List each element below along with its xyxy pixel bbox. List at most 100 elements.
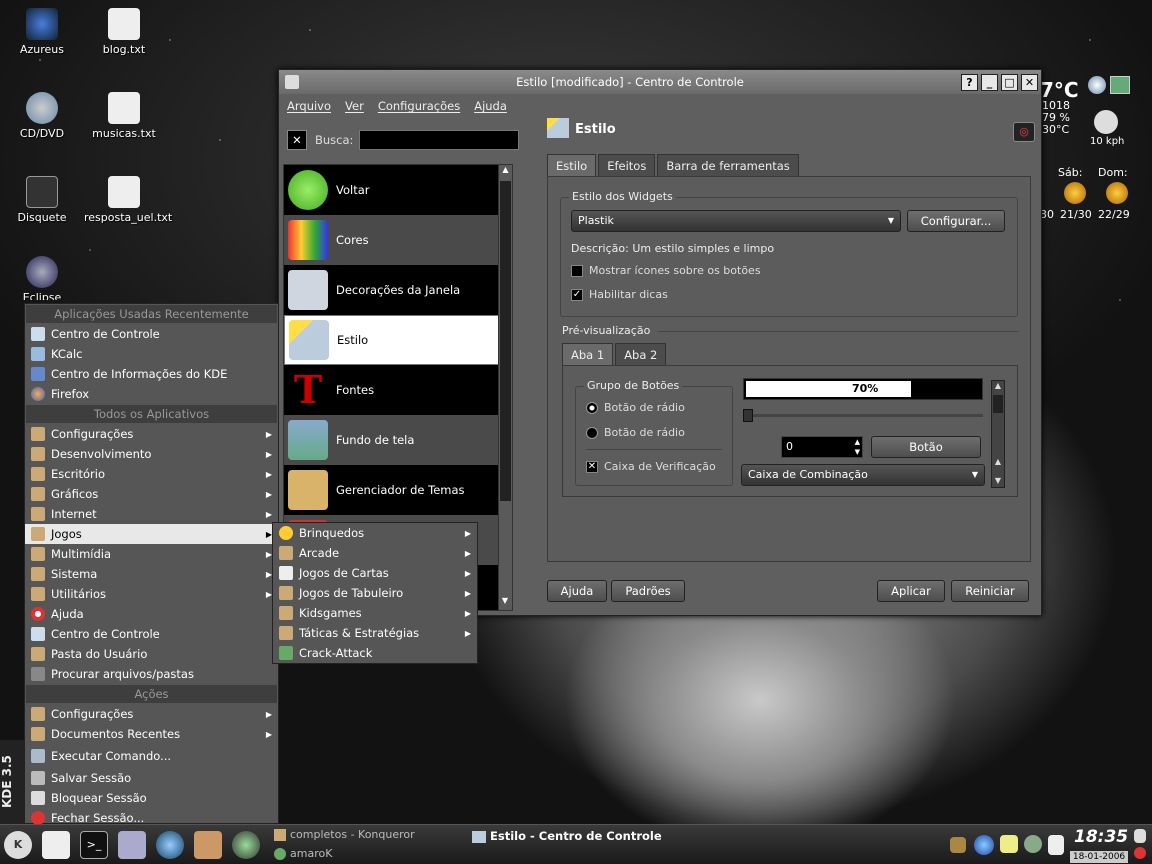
combo-box[interactable]: Caixa de Combinação ▼ <box>741 464 985 486</box>
kmenu-item[interactable]: Configurações ▶ <box>25 424 278 444</box>
radio-button[interactable] <box>586 402 598 414</box>
tab-aba-1[interactable]: Aba 1 <box>562 343 614 365</box>
tab-aba-2[interactable]: Aba 2 <box>615 343 667 365</box>
kmenu-item[interactable]: Pasta do Usuário <box>25 644 278 664</box>
tray-app-icon[interactable] <box>950 837 966 853</box>
scroll-up-icon[interactable]: ▲ <box>499 165 512 179</box>
kde-icon[interactable] <box>118 831 146 859</box>
desktop-icon-resposta[interactable]: resposta_uel.txt <box>84 176 172 224</box>
submenu-item[interactable]: Kidsgames ▶ <box>273 603 477 623</box>
radio-option-1[interactable]: Botão de rádio <box>586 401 685 414</box>
submenu-item[interactable]: Arcade ▶ <box>273 543 477 563</box>
tab-estilo[interactable]: Estilo <box>547 154 597 176</box>
kmenu-item[interactable]: Multimídia ▶ <box>25 544 278 564</box>
kmenu-item[interactable]: Documentos Recentes ▶ <box>25 724 278 744</box>
kmenu-item[interactable]: Utilitários ▶ <box>25 584 278 604</box>
notes-icon[interactable] <box>1000 835 1018 853</box>
title-bar[interactable]: Estilo [modificado] - Centro de Controle… <box>279 70 1041 94</box>
close-button[interactable]: ✕ <box>1021 73 1038 91</box>
reset-button[interactable]: Reiniciar <box>951 580 1029 602</box>
clear-search-icon[interactable]: ✕ <box>287 130 307 150</box>
desktop-icon-musicas[interactable]: musicas.txt <box>84 92 164 140</box>
slider-handle[interactable] <box>743 409 753 422</box>
menu-configuracoes[interactable]: Configurações <box>378 99 460 113</box>
help-button[interactable]: ? <box>961 73 978 91</box>
radio-button[interactable] <box>586 427 598 439</box>
network-icon[interactable] <box>974 835 994 855</box>
preview-scrollbar[interactable]: ▲ ▲ ▼ <box>991 380 1005 488</box>
submenu-item[interactable]: Táticas & Estratégias ▶ <box>273 623 477 643</box>
apply-button[interactable]: Aplicar <box>877 580 945 602</box>
minimize-button[interactable]: _ <box>981 73 998 91</box>
lock-icon[interactable] <box>1134 829 1146 843</box>
home-icon[interactable] <box>194 831 222 859</box>
checkbox[interactable]: ✕ <box>586 461 598 473</box>
tab-barra-ferramentas[interactable]: Barra de ferramentas <box>657 154 799 176</box>
configure-button[interactable]: Configurar... <box>907 210 1005 232</box>
kmenu-item[interactable]: Centro de Controle <box>25 324 278 344</box>
style-select[interactable]: Plastik ▼ <box>571 210 901 232</box>
lifebuoy-help-icon[interactable]: ◎ <box>1013 122 1035 142</box>
kmenu-item[interactable]: Configurações ▶ <box>25 704 278 724</box>
clock-date[interactable]: 18-01-2006 <box>1070 851 1128 863</box>
kmenu-item[interactable]: Escritório ▶ <box>25 464 278 484</box>
editor-icon[interactable] <box>42 831 70 859</box>
module-list-scrollbar[interactable]: ▲ ▼ <box>498 165 512 610</box>
updates-icon[interactable] <box>1024 835 1042 853</box>
submenu-item[interactable]: Jogos de Tabuleiro ▶ <box>273 583 477 603</box>
clock-time[interactable]: 18:35 <box>1074 827 1128 847</box>
radio-option-2[interactable]: Botão de rádio <box>586 426 685 439</box>
spin-box[interactable]: 0 ▲ ▼ <box>781 436 863 458</box>
logout-icon[interactable] <box>1134 847 1146 859</box>
task-amarok[interactable]: amaroK <box>274 847 332 860</box>
terminal-icon[interactable]: >_ <box>80 831 108 859</box>
scroll-down-icon[interactable]: ▼ <box>992 476 1004 485</box>
kmenu-item[interactable]: Centro de Controle <box>25 624 278 644</box>
module-item-fundo[interactable]: Fundo de tela <box>284 415 512 465</box>
kmenu-item[interactable]: Salvar Sessão <box>25 768 278 788</box>
module-item-estilo[interactable]: Estilo <box>284 315 512 365</box>
show-icons-checkbox[interactable] <box>571 265 583 277</box>
spin-arrows-icon[interactable]: ▲ ▼ <box>855 437 860 457</box>
menu-ajuda[interactable]: Ajuda <box>474 99 507 113</box>
kmenu-item[interactable]: Executar Comando... <box>25 746 278 766</box>
desktop-icon-cddvd[interactable]: CD/DVD <box>2 92 82 140</box>
module-item-cores[interactable]: Cores <box>284 215 512 265</box>
maximize-button[interactable]: □ <box>1001 73 1018 91</box>
scroll-up-icon[interactable]: ▲ <box>992 457 1004 466</box>
scroll-thumb[interactable] <box>993 395 1003 413</box>
show-icons-option[interactable]: Mostrar ícones sobre os botões <box>571 264 761 277</box>
search-input[interactable] <box>359 130 520 150</box>
desktop-icon-azureus[interactable]: Azureus <box>2 8 82 56</box>
browser-icon[interactable] <box>156 831 184 859</box>
desktop-icon-disquete[interactable]: Disquete <box>2 176 82 224</box>
task-control-center[interactable]: Estilo - Centro de Controle <box>472 829 662 843</box>
submenu-item[interactable]: Jogos de Cartas ▶ <box>273 563 477 583</box>
task-konqueror[interactable]: completos - Konqueror <box>274 828 415 841</box>
submenu-item[interactable]: Brinquedos ▶ <box>273 523 477 543</box>
kmenu-item[interactable]: Bloquear Sessão <box>25 788 278 808</box>
k-menu-button[interactable]: K <box>4 831 32 859</box>
kmenu-item-jogos[interactable]: Jogos ▶ <box>25 524 278 544</box>
menu-ver[interactable]: Ver <box>345 99 364 113</box>
kmenu-item[interactable]: Procurar arquivos/pastas <box>25 664 278 684</box>
tooltips-checkbox[interactable]: ✓ <box>571 289 583 301</box>
kmenu-item[interactable]: Firefox <box>25 384 278 404</box>
kmenu-item[interactable]: Sistema ▶ <box>25 564 278 584</box>
desktop-icon-eclipse[interactable]: Eclipse <box>2 256 82 300</box>
clipboard-icon[interactable] <box>1048 835 1064 855</box>
module-item-temas[interactable]: Gerenciador de Temas <box>284 465 512 515</box>
amarok-icon[interactable] <box>232 831 260 859</box>
help-dialog-button[interactable]: Ajuda <box>547 580 607 602</box>
checkbox-option[interactable]: ✕ Caixa de Verificação <box>586 460 716 473</box>
tooltips-option[interactable]: ✓ Habilitar dicas <box>571 288 668 301</box>
scroll-down-icon[interactable]: ▼ <box>499 596 511 610</box>
kmenu-item[interactable]: Ajuda <box>25 604 278 624</box>
defaults-button[interactable]: Padrões <box>611 580 685 602</box>
scroll-up-icon[interactable]: ▲ <box>992 381 1004 395</box>
module-item-voltar[interactable]: Voltar <box>284 165 512 215</box>
kmenu-item[interactable]: Gráficos ▶ <box>25 484 278 504</box>
kmenu-item[interactable]: Internet ▶ <box>25 504 278 524</box>
slider-track[interactable] <box>743 414 983 417</box>
module-item-decoracoes[interactable]: Decorações da Janela <box>284 265 512 315</box>
